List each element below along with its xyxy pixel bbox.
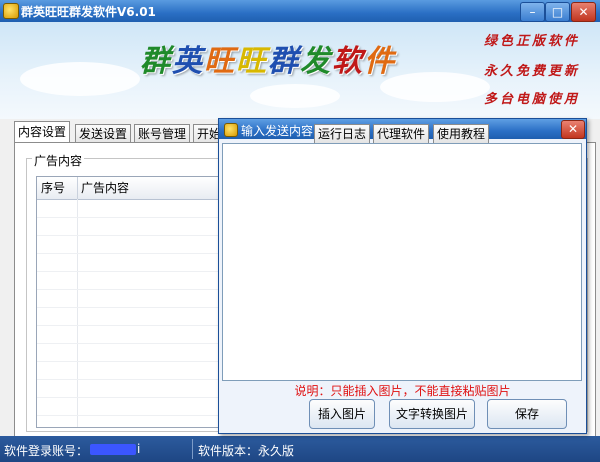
row-divider bbox=[37, 361, 225, 362]
row-divider bbox=[37, 379, 225, 380]
column-divider bbox=[77, 199, 78, 427]
row-divider bbox=[37, 307, 225, 308]
dialog-note: 说明：只能插入图片，不能直接粘贴图片 bbox=[294, 384, 511, 398]
banner-title-char: 旺 bbox=[236, 44, 268, 79]
slogan-line: 永久免费更新 bbox=[484, 64, 581, 79]
tab-send-settings[interactable]: 发送设置 bbox=[75, 124, 132, 143]
ad-content-table[interactable]: 序号 广告内容 bbox=[36, 176, 226, 428]
dialog-app-icon bbox=[224, 123, 238, 137]
row-divider bbox=[37, 343, 225, 344]
maximize-button[interactable]: □ bbox=[545, 2, 570, 22]
cloud-decoration bbox=[250, 84, 340, 108]
content-textarea[interactable] bbox=[222, 143, 582, 381]
banner: 群英旺旺群发软件 绿色正版软件 永久免费更新 多台电脑使用 bbox=[0, 22, 600, 119]
tab-content-settings[interactable]: 内容设置 bbox=[14, 121, 71, 144]
app-icon bbox=[3, 3, 19, 19]
row-divider bbox=[37, 235, 225, 236]
minimize-button[interactable]: – bbox=[520, 2, 545, 22]
banner-title-char: 群 bbox=[268, 44, 300, 79]
account-label: 软件登录账号： bbox=[4, 444, 89, 458]
insert-image-button[interactable]: 插入图片 bbox=[309, 399, 375, 429]
row-divider bbox=[37, 415, 225, 416]
status-divider bbox=[192, 439, 193, 459]
banner-title-char: 件 bbox=[364, 44, 396, 79]
row-divider bbox=[37, 289, 225, 290]
ad-content-group-label: 广告内容 bbox=[32, 152, 85, 169]
title-bar: 群英旺旺群发软件V6.01 – □ ✕ bbox=[0, 0, 600, 22]
window-title: 群英旺旺群发软件V6.01 bbox=[21, 5, 156, 19]
tab-account-management[interactable]: 账号管理 bbox=[134, 124, 191, 143]
software-version: 软件版本：永久版 bbox=[198, 444, 295, 458]
dialog-close-button[interactable]: ✕ bbox=[561, 120, 585, 139]
tab-agent-software[interactable]: 代理软件 bbox=[373, 124, 430, 143]
dialog-title: 输入发送内容 bbox=[241, 124, 314, 138]
row-divider bbox=[37, 271, 225, 272]
save-button[interactable]: 保存 bbox=[487, 399, 567, 429]
banner-title-char: 英 bbox=[172, 44, 204, 79]
input-content-dialog: 输入发送内容 ✕ 说明：只能插入图片，不能直接粘贴图片 插入图片 文字转换图片 … bbox=[218, 118, 587, 434]
tab-run-log[interactable]: 运行日志 bbox=[314, 124, 371, 143]
status-bar: 软件登录账号： i 软件版本：永久版 bbox=[0, 436, 600, 462]
row-divider bbox=[37, 397, 225, 398]
banner-title-char: 旺 bbox=[204, 44, 236, 79]
slogan-line: 绿色正版软件 bbox=[484, 34, 581, 49]
cloud-decoration bbox=[380, 72, 490, 102]
row-divider bbox=[37, 217, 225, 218]
banner-title-char: 软 bbox=[332, 44, 364, 79]
account-value-tail: i bbox=[137, 442, 141, 456]
banner-title-char: 群 bbox=[140, 44, 172, 79]
table-header: 序号 广告内容 bbox=[37, 177, 225, 200]
column-header-content[interactable]: 广告内容 bbox=[77, 177, 221, 199]
close-button[interactable]: ✕ bbox=[571, 2, 596, 22]
banner-title: 群英旺旺群发软件 bbox=[140, 36, 396, 80]
banner-title-char: 发 bbox=[300, 44, 332, 79]
tab-tutorial[interactable]: 使用教程 bbox=[433, 124, 490, 143]
row-divider bbox=[37, 325, 225, 326]
text-to-image-button[interactable]: 文字转换图片 bbox=[389, 399, 475, 429]
column-header-index[interactable]: 序号 bbox=[37, 177, 78, 199]
row-divider bbox=[37, 253, 225, 254]
slogan-line: 多台电脑使用 bbox=[484, 92, 581, 107]
account-value-redacted bbox=[90, 444, 136, 455]
cloud-decoration bbox=[20, 62, 140, 96]
